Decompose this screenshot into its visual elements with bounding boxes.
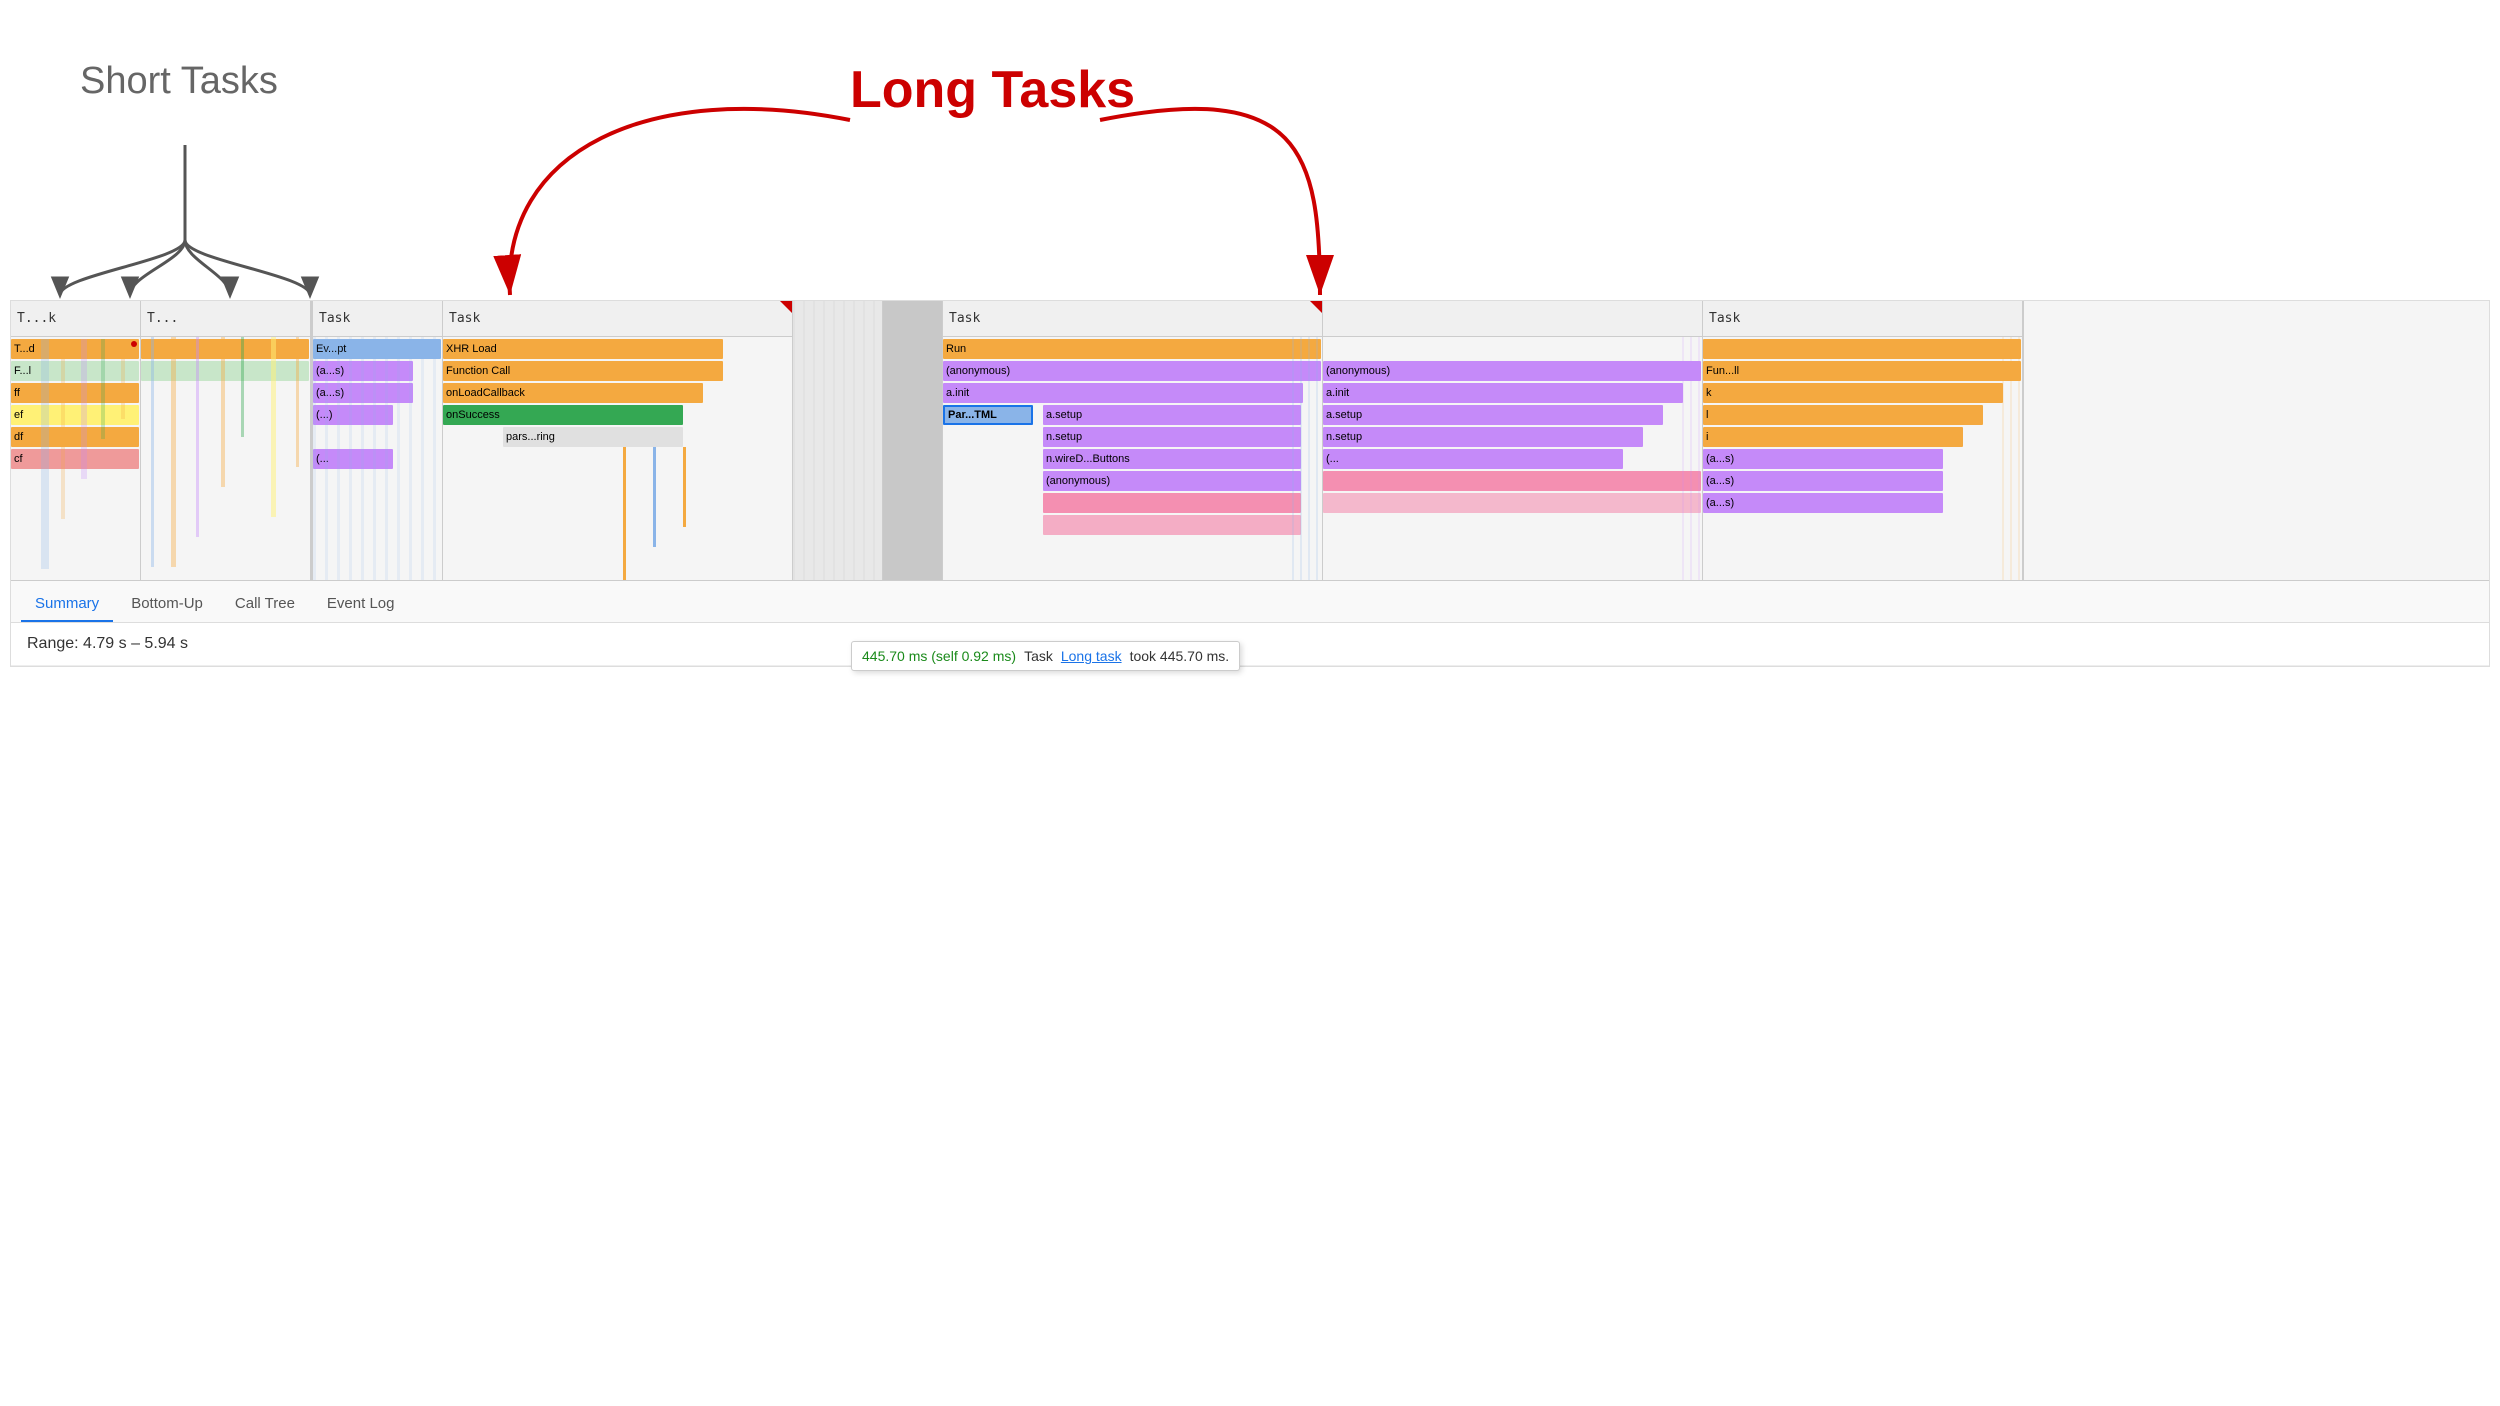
flame-k: k (1703, 383, 2003, 403)
mini-bar-1 (151, 337, 154, 567)
track-header-tk-label: T...k (17, 311, 56, 326)
short-tasks-label: Short Tasks (80, 60, 278, 103)
mini-bar-4 (221, 337, 225, 487)
red-triangle-2 (1310, 301, 1322, 313)
flame-anon4: (anonymous) (1323, 361, 1701, 381)
flame-l: l (1703, 405, 1983, 425)
flame-asetup2: a.setup (1323, 405, 1663, 425)
track-header-t2-label: T... (147, 311, 178, 326)
track-body-t2 (141, 337, 310, 580)
flame-anon3 (1043, 493, 1301, 513)
flame-partml: Par...TML (943, 405, 1033, 425)
flame-as3: (a...s) (1703, 449, 1943, 469)
tab-bottom-up[interactable]: Bottom-Up (117, 587, 217, 622)
gap-area2 (883, 301, 943, 580)
flame-run: Run (943, 339, 1321, 359)
tooltip: 445.70 ms (self 0.92 ms) Task Long task … (851, 641, 1240, 671)
mini-bar-6 (271, 337, 276, 517)
flame-t2-1 (141, 339, 309, 359)
track-body-task3: XHR Load Function Call onLoadCallback on… (443, 337, 792, 580)
mini-bar-3 (196, 337, 199, 537)
track-col-task6: Task Run (anonymous) a.init Par...TML a.… (943, 301, 1323, 580)
flame-row9 (1043, 515, 1301, 535)
flame-funll: Fun...ll (1703, 361, 2021, 381)
mini-pattern2 (1682, 337, 1702, 580)
flame-task8-main (1703, 339, 2021, 359)
flame-parsing: pars...ring (503, 427, 683, 447)
flame-t2-2 (141, 361, 309, 381)
track-header-t2: T... (141, 301, 310, 337)
flame-ainit2: a.init (1323, 383, 1683, 403)
tooltip-link[interactable]: Long task (1061, 648, 1122, 664)
track-body-task2: Ev...pt (a...s) (a...s) (...) (... (313, 337, 442, 580)
mini-pattern1 (1292, 337, 1322, 580)
track-col-task7: (anonymous) a.init a.setup n.setup (... (1323, 301, 1703, 580)
performance-panel: T...k T...d F...l ff ef (10, 300, 2490, 667)
flame-func: Function Call (443, 361, 723, 381)
mini-bars-bg (11, 339, 139, 569)
track-col-tk: T...k T...d F...l ff ef (11, 301, 141, 580)
mini-bar-7 (296, 337, 299, 467)
gap-area (793, 301, 883, 580)
track-body-task6: Run (anonymous) a.init Par...TML a.setup… (943, 337, 1322, 580)
flame-as5: (a...s) (1703, 493, 1943, 513)
tick-3 (683, 447, 686, 527)
flame-pink2 (1323, 493, 1701, 513)
tab-call-tree[interactable]: Call Tree (221, 587, 309, 622)
tooltip-text-pre: Task (1024, 648, 1053, 664)
flame-anon1: (anonymous) (943, 361, 1321, 381)
flame-anon2: (anonymous) (1043, 471, 1301, 491)
track-col-task2: Task Ev...pt (a...s) (a...s) (...) (... (313, 301, 443, 580)
tooltip-suffix: took 445.70 ms. (1130, 648, 1230, 664)
mini-bar-5 (241, 337, 244, 437)
mini-pattern3 (2002, 337, 2022, 580)
mini-bg (313, 337, 441, 580)
track-header-task2: Task (313, 301, 442, 337)
flame-pink1 (1323, 471, 1701, 491)
tab-bar: Summary Bottom-Up Call Tree Event Log (11, 581, 2489, 623)
track-col-task8: Task Fun...ll k l i (a...s) (a...s) (a..… (1703, 301, 2023, 580)
track-header-task8: Task (1703, 301, 2022, 337)
track-body-tk: T...d F...l ff ef df (11, 337, 140, 580)
track-body-task7: (anonymous) a.init a.setup n.setup (... (1323, 337, 1702, 580)
flame-nwired: n.wireD...Buttons (1043, 449, 1301, 469)
red-triangle-1 (780, 301, 792, 313)
track-header-task2-label: Task (319, 311, 350, 326)
tick-1 (623, 447, 626, 580)
range-text: Range: 4.79 s – 5.94 s (27, 635, 188, 652)
flame-xhr: XHR Load (443, 339, 723, 359)
tab-event-log[interactable]: Event Log (313, 587, 409, 622)
flame-asetup1: a.setup (1043, 405, 1301, 425)
tooltip-time: 445.70 ms (self 0.92 ms) (862, 648, 1016, 664)
track-body-task8: Fun...ll k l i (a...s) (a...s) (a...s) (1703, 337, 2022, 580)
long-tasks-label: Long Tasks (850, 60, 1135, 120)
flame-dotsrow: (... (1323, 449, 1623, 469)
range-bar: Range: 4.79 s – 5.94 s (11, 623, 2489, 666)
track-header-task8-label: Task (1709, 311, 1740, 326)
track-header-task6: Task (943, 301, 1322, 337)
track-col-task3: Task XHR Load Function Call onLoadCallba… (443, 301, 793, 580)
track-header-task6-label: Task (949, 311, 980, 326)
track-col-t2: T... (141, 301, 311, 580)
flame-as4: (a...s) (1703, 471, 1943, 491)
track-header-tk: T...k (11, 301, 140, 337)
mini-bar-2 (171, 337, 176, 567)
gap-pattern (793, 301, 882, 580)
flame-nsetup2: n.setup (1323, 427, 1643, 447)
flame-onsuccess: onSuccess (443, 405, 683, 425)
tick-2 (653, 447, 656, 547)
flame-ainit1: a.init (943, 383, 1303, 403)
timeline-area: T...k T...d F...l ff ef (11, 301, 2489, 581)
tab-summary[interactable]: Summary (21, 587, 113, 622)
track-remainder (2023, 301, 2489, 580)
track-header-task3: Task (443, 301, 792, 337)
track-header-task3-label: Task (449, 311, 480, 326)
flame-nsetup1: n.setup (1043, 427, 1301, 447)
flame-i: i (1703, 427, 1963, 447)
flame-onload: onLoadCallback (443, 383, 703, 403)
track-header-task7 (1323, 301, 1702, 337)
